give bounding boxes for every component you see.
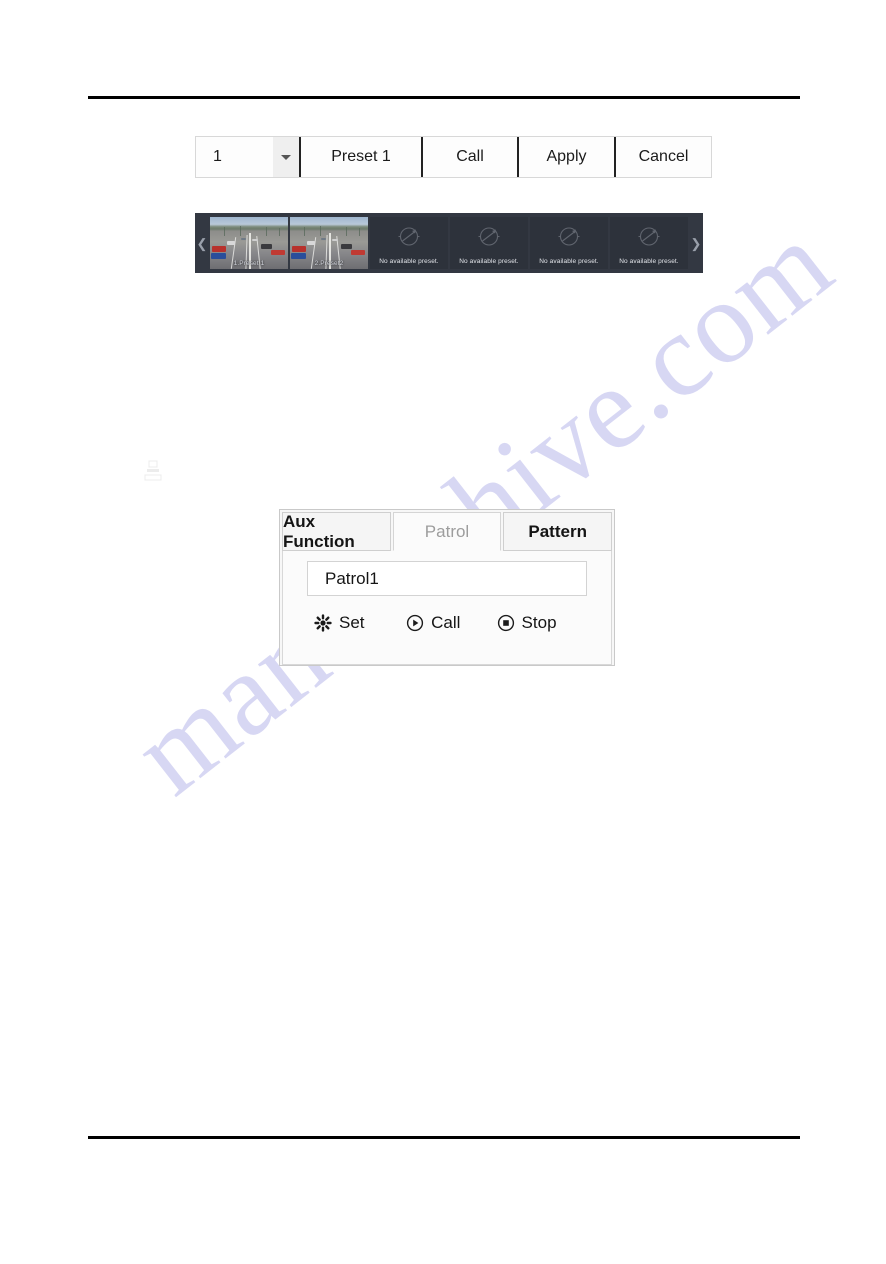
- chevron-down-icon[interactable]: [273, 137, 299, 177]
- thumbnail-scene-element: [291, 246, 306, 252]
- gear-icon: [314, 614, 332, 632]
- ptz-aux-panel: Aux Function Patrol Pattern Patrol1 Set Cal…: [279, 509, 615, 666]
- apply-button[interactable]: Apply: [519, 137, 614, 177]
- thumbnail-scene-element: [266, 227, 268, 236]
- play-circle-icon: [406, 614, 424, 632]
- thumbnail-scene-element: [346, 227, 348, 236]
- header-rule: [88, 96, 800, 99]
- set-label: Set: [339, 613, 365, 632]
- no-preset-icon: [636, 223, 662, 254]
- thumbnail-scene-element: [319, 226, 321, 236]
- preset-tile[interactable]: No available preset.: [530, 217, 608, 269]
- preset-tile[interactable]: 1.Preset 1: [210, 217, 288, 269]
- preset-name-field[interactable]: Preset 1: [301, 137, 421, 177]
- preset-tile-label: 2.Preset2: [314, 260, 344, 267]
- preset-tile-list: 1.Preset 1 2.Preset2 No available preset. N…: [209, 213, 689, 273]
- preset-tile-label: No available preset.: [539, 258, 599, 265]
- thumbnail-scene-element: [304, 227, 306, 236]
- preset-tile[interactable]: No available preset.: [370, 217, 448, 269]
- tab-patrol[interactable]: Patrol: [392, 512, 502, 551]
- ptz-panel-body: Patrol1 Set Call Stop: [282, 551, 612, 665]
- thumbnail-scene-element: [261, 244, 273, 249]
- ptz-action-row: Set Call Stop: [307, 613, 587, 633]
- preset-tile[interactable]: No available preset.: [450, 217, 528, 269]
- thumbnail-scene-element: [210, 253, 227, 259]
- no-preset-icon: [556, 223, 582, 254]
- thumbnail-scene-element: [241, 237, 246, 240]
- no-preset-icon: [396, 223, 422, 254]
- thumbnail-scene-element: [239, 226, 241, 236]
- ptz-tab-bar: Aux Function Patrol Pattern: [280, 510, 614, 551]
- thumbnail-scene-element: [307, 241, 315, 246]
- thumbnail-scene-element: [358, 228, 360, 236]
- thumbnail-scene-element: [224, 227, 226, 236]
- thumbnail-scene-element: [350, 250, 365, 256]
- thumbnail-scene-element: [227, 241, 235, 246]
- preset-configuration-toolbar: 1 Preset 1 Call Apply Cancel: [195, 136, 712, 178]
- thumbnail-scene-element: [211, 246, 226, 252]
- preset-tile-label: No available preset.: [379, 258, 439, 265]
- call-button[interactable]: Call: [406, 613, 496, 633]
- preset-number-select[interactable]: 1: [196, 137, 299, 177]
- call-button[interactable]: Call: [423, 137, 517, 177]
- preset-tile[interactable]: 2.Preset2: [290, 217, 368, 269]
- chevron-left-icon[interactable]: ❮: [195, 213, 209, 273]
- chevron-right-icon[interactable]: ❯: [689, 213, 703, 273]
- thumbnail-scene-element: [321, 237, 326, 240]
- tab-pattern[interactable]: Pattern: [503, 512, 613, 551]
- thumbnail-scene-element: [278, 228, 280, 236]
- thumbnail-scene-element: [341, 244, 353, 249]
- cancel-button[interactable]: Cancel: [616, 137, 711, 177]
- call-label: Call: [431, 613, 461, 632]
- preset-number-value: 1: [213, 148, 222, 165]
- stop-button[interactable]: Stop: [497, 613, 587, 633]
- no-preset-icon: [476, 223, 502, 254]
- set-button[interactable]: Set: [307, 613, 406, 633]
- stop-label: Stop: [521, 613, 557, 632]
- stray-artifact-glyph: [143, 460, 163, 482]
- stop-circle-icon: [497, 614, 515, 632]
- preset-tile-label: 1.Preset 1: [233, 260, 265, 267]
- preset-tile-label: No available preset.: [459, 258, 519, 265]
- patrol-name-input[interactable]: Patrol1: [307, 561, 587, 596]
- preset-thumbnail-strip: ❮ 1.Preset 1 2.Preset2 No available preset…: [195, 213, 703, 273]
- tab-aux-function[interactable]: Aux Function: [282, 512, 391, 551]
- thumbnail-scene-element: [270, 250, 285, 256]
- preset-tile[interactable]: No available preset.: [610, 217, 688, 269]
- preset-tile-label: No available preset.: [619, 258, 679, 265]
- thumbnail-scene-element: [290, 253, 307, 259]
- footer-rule: [88, 1136, 800, 1139]
